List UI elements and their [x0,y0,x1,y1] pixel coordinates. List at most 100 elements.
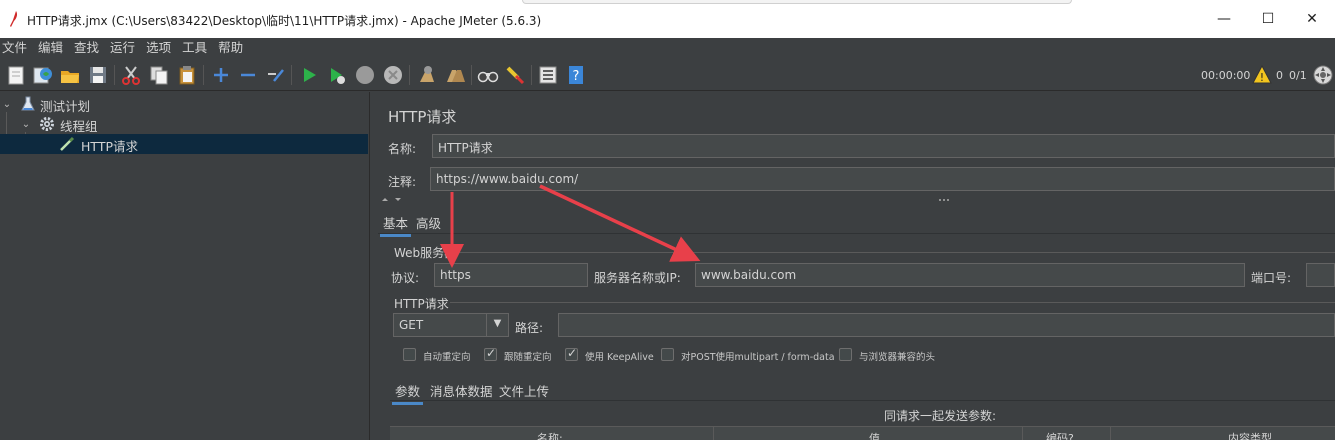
comment-label: 注释: [388,175,417,189]
http-request-panel: HTTP请求 名称: HTTP请求 注释: https://www.baidu.… [378,92,1335,440]
warning-count: 0 [1276,69,1283,82]
server-name-field[interactable]: www.baidu.com [695,263,1245,287]
multipart-checkbox[interactable] [661,348,674,361]
column-name[interactable]: 名称: [537,430,563,440]
minimize-button[interactable]: — [1201,0,1247,38]
column-content-type[interactable]: 内容类型 [1228,430,1272,440]
stop-icon[interactable] [354,64,376,86]
follow-redirect-label: 跟随重定向 [504,352,552,363]
params-caption: 同请求一起发送参数: [884,409,997,423]
tree-item-label: HTTP请求 [81,139,138,154]
paste-icon[interactable] [176,64,198,86]
svg-text:?: ? [573,69,580,84]
auto-redirect-label: 自动重定向 [423,352,471,363]
toolbar-separator [531,65,532,85]
column-value[interactable]: 值 [869,430,880,440]
browser-compatible-headers-checkbox[interactable] [839,348,852,361]
tree-item-label: 线程组 [60,119,98,134]
auto-redirect-checkbox[interactable] [403,348,416,361]
tab-advanced[interactable]: 高级 [413,211,444,234]
column-encode[interactable]: 编码? [1046,430,1074,440]
menu-edit[interactable]: 编辑 [36,38,69,59]
menu-search[interactable]: 查找 [72,38,105,59]
sub-tab-divider [390,400,1335,401]
menu-run[interactable]: 运行 [108,38,141,59]
pipette-icon [60,136,75,151]
clear-icon[interactable] [416,64,438,86]
start-icon[interactable] [298,64,320,86]
browser-compatible-headers-label: 与浏览器兼容的头 [859,352,936,363]
multipart-label: 对POST使用multipart / form-data [681,352,835,363]
chevron-down-icon[interactable]: ⌄ [21,119,31,130]
open-icon[interactable] [59,64,81,86]
name-label: 名称: [388,142,417,156]
close-button[interactable]: ✕ [1289,0,1335,38]
new-icon[interactable] [5,64,27,86]
toolbar-separator [409,65,410,85]
title-bar: HTTP请求.jmx (C:\Users\83422\Desktop\临时\11… [0,0,1335,38]
help-icon[interactable]: ? [565,64,587,86]
menu-help[interactable]: 帮助 [216,38,249,59]
chevron-down-icon[interactable]: ▼ [486,314,508,336]
start-no-pause-icon[interactable] [326,64,348,86]
method-value: GET [399,318,424,332]
path-field[interactable] [558,313,1335,337]
splitter[interactable] [378,195,1335,204]
keepalive-checkbox[interactable] [565,346,578,361]
path-label: 路径: [515,321,544,335]
menu-options[interactable]: 选项 [144,38,177,59]
http-request-group-label: HTTP请求 [394,297,449,311]
toggle-icon[interactable] [264,64,286,86]
tree-item-http-request[interactable]: HTTP请求 [0,134,368,154]
shutdown-icon[interactable] [382,64,404,86]
group-border [458,252,1335,253]
tab-file-upload[interactable]: 文件上传 [496,379,552,402]
params-table-header: 名称: 值 编码? 内容类型 [390,426,1335,440]
window-title: HTTP请求.jmx (C:\Users\83422\Desktop\临时\11… [27,14,542,28]
expand-icon[interactable] [210,64,232,86]
protocol-field[interactable]: https [434,263,588,287]
follow-redirect-checkbox[interactable] [484,346,497,361]
tab-divider [378,233,1335,234]
menu-bar: 文件 编辑 查找 运行 选项 工具 帮助 [0,38,1335,59]
reset-search-icon[interactable] [504,64,526,86]
column-separator [713,427,714,440]
menu-tools[interactable]: 工具 [180,38,213,59]
page-title: HTTP请求 [388,108,457,126]
method-select[interactable]: GET ▼ [393,313,509,337]
column-separator [1022,427,1023,440]
elapsed-time: 00:00:00 [1201,69,1251,82]
save-icon[interactable] [87,64,109,86]
active-threads: 0/1 [1289,69,1307,82]
toolbar-separator [291,65,292,85]
group-border [450,302,1335,303]
cut-icon[interactable] [120,64,142,86]
port-field[interactable] [1306,263,1335,287]
port-label: 端口号: [1251,271,1292,285]
tree-item-label: 测试计划 [40,99,91,114]
web-server-group-label: Web服务器 [394,246,457,260]
clear-all-icon[interactable] [444,64,466,86]
tab-parameters[interactable]: 参数 [392,379,424,405]
tab-body-data[interactable]: 消息体数据 [427,379,496,402]
function-helper-icon[interactable] [537,64,559,86]
comment-field[interactable]: https://www.baidu.com/ [430,167,1335,191]
tree-item-thread-group[interactable]: ⌄ 线程组 [0,114,368,134]
column-separator [1110,427,1111,440]
test-plan-tree: ⌄ 测试计划 ⌄ 线程组 HTTP请求 [0,92,370,440]
protocol-label: 协议: [391,271,420,285]
tree-item-test-plan[interactable]: ⌄ 测试计划 [0,94,368,114]
name-field[interactable]: HTTP请求 [432,134,1335,158]
remote-status-icon [1313,65,1333,85]
menu-file[interactable]: 文件 [0,38,33,59]
browser-tab-edge [522,0,1072,4]
collapse-icon[interactable] [237,64,259,86]
maximize-button[interactable]: ☐ [1245,0,1291,38]
jmeter-feather-icon [10,11,18,27]
templates-icon[interactable] [31,64,53,86]
search-icon[interactable] [477,64,499,86]
toolbar-separator [114,65,115,85]
warning-icon[interactable]: ! [1252,65,1272,84]
chevron-down-icon[interactable]: ⌄ [2,99,12,110]
copy-icon[interactable] [148,64,170,86]
